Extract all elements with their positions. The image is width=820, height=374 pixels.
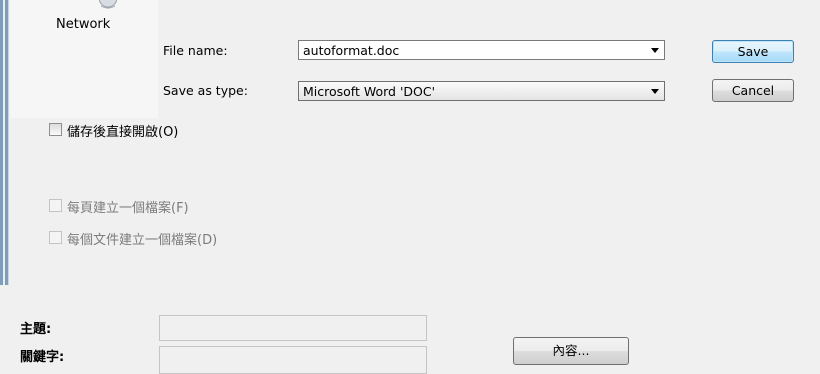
- save-button[interactable]: Save: [712, 40, 794, 63]
- network-label[interactable]: Network: [56, 17, 110, 32]
- file-name-label: File name:: [163, 43, 228, 58]
- subject-input[interactable]: [159, 315, 427, 341]
- dropdown-arrow-icon[interactable]: [651, 48, 659, 53]
- file-name-value[interactable]: autoformat.doc: [303, 43, 399, 58]
- subject-label: 主題:: [20, 322, 52, 337]
- navigation-pane[interactable]: Network: [10, 0, 158, 118]
- file-name-combobox[interactable]: autoformat.doc: [298, 40, 665, 60]
- cancel-button[interactable]: Cancel: [712, 79, 794, 102]
- keywords-input[interactable]: [159, 346, 427, 374]
- dropdown-arrow-icon[interactable]: [651, 89, 659, 94]
- open-after-save-checkbox[interactable]: [49, 123, 62, 136]
- save-dialog: Network File name: autoformat.doc Save a…: [0, 0, 820, 374]
- save-as-type-value[interactable]: Microsoft Word 'DOC': [303, 84, 435, 99]
- window-left-border: [0, 0, 9, 285]
- save-as-type-label: Save as type:: [163, 83, 248, 98]
- file-per-document-checkbox: [49, 231, 62, 244]
- file-per-page-checkbox: [49, 199, 62, 212]
- file-per-document-option: 每個文件建立一個檔案(D): [49, 229, 289, 248]
- save-as-type-select[interactable]: Microsoft Word 'DOC': [298, 81, 665, 101]
- open-after-save-option[interactable]: 儲存後直接開啟(O): [49, 121, 249, 140]
- properties-button[interactable]: 內容...: [513, 337, 629, 365]
- file-per-page-label: 每頁建立一個檔案(F): [67, 201, 189, 216]
- open-after-save-label[interactable]: 儲存後直接開啟(O): [67, 121, 178, 140]
- file-per-page-option: 每頁建立一個檔案(F): [49, 197, 269, 216]
- keywords-label: 關鍵字:: [20, 350, 65, 365]
- file-per-document-label: 每個文件建立一個檔案(D): [67, 233, 218, 248]
- network-icon: [98, 0, 118, 9]
